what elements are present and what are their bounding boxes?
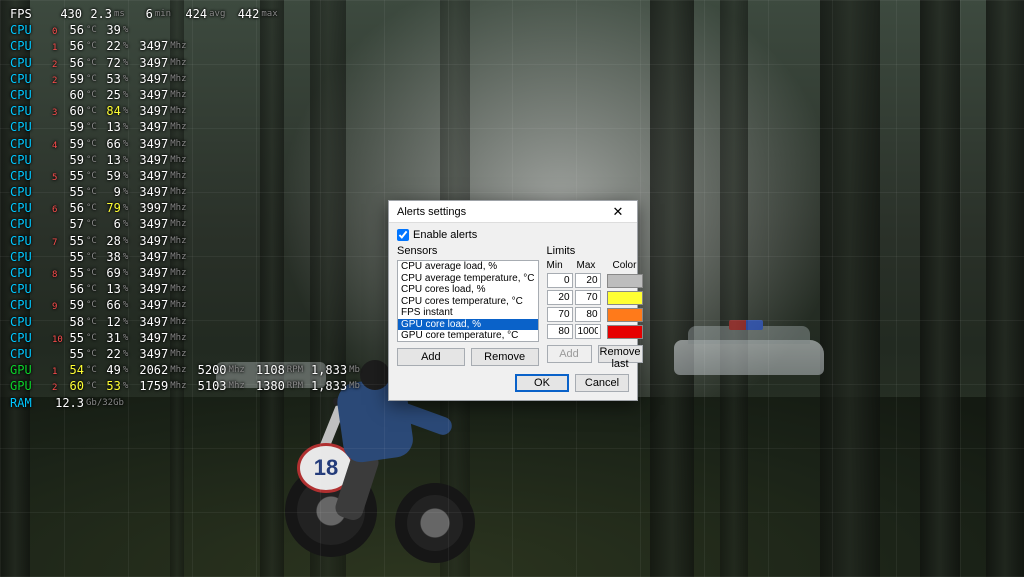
remove-last-limit-button[interactable]: Remove last: [598, 345, 643, 363]
sensors-label: Sensors: [397, 245, 539, 257]
max-header: Max: [577, 260, 607, 271]
sensor-list-item[interactable]: GPU core temperature, °C: [398, 330, 538, 342]
limit-min-input[interactable]: [547, 273, 573, 288]
limit-min-input[interactable]: [547, 307, 573, 322]
sensor-list-item[interactable]: FPS instant: [398, 307, 538, 319]
tree-trunk: [920, 0, 960, 577]
limit-row: [547, 290, 643, 305]
cancel-button[interactable]: Cancel: [575, 374, 629, 392]
tree-trunk: [986, 0, 1024, 577]
osd-fps-row: FPS4302.3ms6min424avg442max: [10, 6, 360, 22]
limit-row: [547, 307, 643, 322]
sensor-list-item[interactable]: CPU average temperature, °C: [398, 273, 538, 285]
limit-max-input[interactable]: [575, 324, 601, 339]
limit-row: [547, 273, 643, 288]
sensor-list-item[interactable]: CPU average load, %: [398, 261, 538, 273]
osd-cpu-row: CPU 55°C9%3497Mhz: [10, 184, 360, 200]
osd-gpu-row: GPU154°C49%2062Mhz5200Mhz1108RPM1,833Mb: [10, 362, 360, 378]
osd-gpu-row: GPU260°C53%1759Mhz5103Mhz1380RPM1,833Mb: [10, 378, 360, 394]
police-car: [674, 340, 824, 375]
osd-cpu-row: CPU555°C59%3497Mhz: [10, 168, 360, 184]
color-header: Color: [613, 260, 637, 271]
limit-max-input[interactable]: [575, 273, 601, 288]
add-sensor-button[interactable]: Add: [397, 348, 465, 366]
alerts-settings-dialog: Alerts settings ✕ Enable alerts Sensors …: [388, 200, 638, 401]
limit-color-swatch[interactable]: [607, 308, 643, 322]
osd-cpu-row: CPU 55°C22%3497Mhz: [10, 346, 360, 362]
min-header: Min: [547, 260, 575, 271]
sensor-list-item[interactable]: RAM physical load, Mb: [398, 342, 538, 343]
osd-cpu-row: CPU156°C22%3497Mhz: [10, 38, 360, 54]
osd-cpu-row: CPU 59°C13%3497Mhz: [10, 119, 360, 135]
osd-cpu-row: CPU256°C72%3497Mhz: [10, 55, 360, 71]
ok-button[interactable]: OK: [515, 374, 569, 392]
sensor-list-item[interactable]: CPU cores temperature, °C: [398, 296, 538, 308]
dialog-titlebar[interactable]: Alerts settings ✕: [389, 201, 637, 223]
sensors-listbox[interactable]: CPU average load, %CPU average temperatu…: [397, 260, 539, 342]
limit-color-swatch[interactable]: [607, 325, 643, 339]
osd-cpu-row: CPU855°C69%3497Mhz: [10, 265, 360, 281]
sensor-list-item[interactable]: CPU cores load, %: [398, 284, 538, 296]
tree-trunk: [720, 0, 748, 577]
osd-cpu-row: CPU360°C84%3497Mhz: [10, 103, 360, 119]
osd-cpu-row: CPU755°C28%3497Mhz: [10, 233, 360, 249]
osd-cpu-row: CPU 58°C12%3497Mhz: [10, 314, 360, 330]
limit-row: [547, 324, 643, 339]
tree-trunk: [820, 0, 880, 577]
limits-label: Limits: [547, 245, 643, 257]
limit-max-input[interactable]: [575, 307, 601, 322]
add-limit-button[interactable]: Add: [547, 345, 592, 363]
osd-cpu-row: CPU 57°C6%3497Mhz: [10, 216, 360, 232]
osd-cpu-row: CPU 56°C13%3497Mhz: [10, 281, 360, 297]
osd-cpu-row: CPU959°C66%3497Mhz: [10, 297, 360, 313]
limit-max-input[interactable]: [575, 290, 601, 305]
tree-trunk: [650, 0, 694, 577]
limit-min-input[interactable]: [547, 290, 573, 305]
osd-cpu-row: CPU656°C79%3997Mhz: [10, 200, 360, 216]
sensor-list-item[interactable]: GPU core load, %: [398, 319, 538, 331]
enable-alerts-input[interactable]: [397, 229, 409, 241]
osd-cpu-row: CPU 60°C25%3497Mhz: [10, 87, 360, 103]
limit-min-input[interactable]: [547, 324, 573, 339]
osd-cpu-row: CPU459°C66%3497Mhz: [10, 136, 360, 152]
osd-cpu-row: CPU1055°C31%3497Mhz: [10, 330, 360, 346]
osd-cpu-row: CPU056°C39%: [10, 22, 360, 38]
limit-color-swatch[interactable]: [607, 274, 643, 288]
performance-overlay: FPS4302.3ms6min424avg442maxCPU056°C39%CP…: [10, 6, 360, 411]
remove-sensor-button[interactable]: Remove: [471, 348, 539, 366]
limit-color-swatch[interactable]: [607, 291, 643, 305]
osd-ram-row: RAM12.3Gb/32Gb: [10, 395, 360, 411]
dialog-title: Alerts settings: [397, 206, 466, 218]
enable-alerts-checkbox[interactable]: Enable alerts: [397, 229, 629, 241]
osd-cpu-row: CPU 59°C13%3497Mhz: [10, 152, 360, 168]
osd-cpu-row: CPU259°C53%3497Mhz: [10, 71, 360, 87]
close-button[interactable]: ✕: [603, 203, 633, 221]
osd-cpu-row: CPU 55°C38%3497Mhz: [10, 249, 360, 265]
